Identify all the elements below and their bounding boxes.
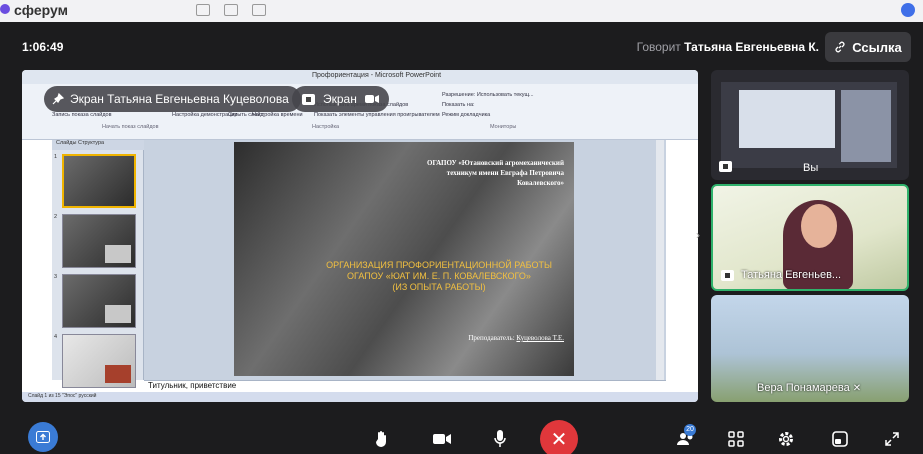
camera-button[interactable] <box>424 424 460 454</box>
ppt-titlebar: Профориентация - Microsoft PowerPoint <box>22 70 698 84</box>
pin-icon <box>52 93 64 105</box>
slide-author-name: Куцеволова Т.Е. <box>516 334 564 342</box>
people-icon[interactable] <box>196 4 210 16</box>
ribbon-item: Режим докладчика <box>442 112 491 118</box>
slide-number: 2 <box>54 214 58 220</box>
video-camera-icon <box>433 434 451 444</box>
ppt-title: Профориентация - Microsoft PowerPoint <box>312 72 442 79</box>
presenter-label: Экран Татьяна Евгеньевна Куцеволова <box>70 92 289 106</box>
chevron-right-icon[interactable]: › <box>696 228 700 242</box>
slide-thumb[interactable] <box>62 274 136 328</box>
participant-name-text: Вера Понамарева <box>757 382 850 394</box>
ribbon-item: Разрешение: Использовать текущ... <box>442 92 534 98</box>
microphone-icon <box>494 430 506 447</box>
screen-badge[interactable]: Экран <box>292 86 389 112</box>
profile-icon[interactable] <box>901 3 915 17</box>
screen-share-icon <box>721 270 734 281</box>
current-slide: ОГАПОУ «Ютановский агромеханический техн… <box>234 142 574 376</box>
pip-button[interactable] <box>822 424 858 454</box>
thumb-photo <box>105 245 131 263</box>
slide-heading-line: (ИЗ ОПЫТА РАБОТЫ) <box>392 282 486 292</box>
participants-count-badge: 20 <box>684 424 696 436</box>
gear-icon <box>779 432 793 446</box>
mic-muted-icon: ✕ <box>852 383 862 394</box>
slide-thumb[interactable] <box>62 334 136 388</box>
sferum-logo-icon <box>0 4 10 14</box>
participant-tile[interactable]: Татьяна Евгеньев... <box>711 184 909 291</box>
slides-panel: Слайды Структура 1 2 3 4 <box>52 140 144 388</box>
ppt-statusbar: Слайд 1 из 15 "Эпос" русский <box>22 392 698 402</box>
participant-name: Вы <box>803 162 819 174</box>
thumb-photo <box>105 365 131 383</box>
chat-icon[interactable] <box>224 4 238 16</box>
hand-icon <box>376 431 386 447</box>
slide-org: ОГАПОУ «Ютановский агромеханический техн… <box>427 159 564 187</box>
slide-heading: ОРГАНИЗАЦИЯ ПРОФОРИЕНТАЦИОННОЙ РАБОТЫ ОГ… <box>314 260 564 293</box>
ribbon-group-label: Мониторы <box>490 124 517 130</box>
call-window: сферум 1:06:49 Говорит Татьяна Евгеньевн… <box>0 0 923 454</box>
share-screen-button[interactable] <box>28 422 58 452</box>
slide-thumb[interactable] <box>62 154 136 208</box>
screen-share-icon <box>719 161 732 172</box>
slide-canvas: ОГАПОУ «Ютановский агромеханический техн… <box>144 140 666 380</box>
self-screen-preview <box>721 82 897 168</box>
mini-window <box>841 90 891 162</box>
speaker-prefix: Говорит <box>636 40 681 54</box>
screen-icon <box>302 93 315 105</box>
active-speaker: Говорит Татьяна Евгеньевна К. <box>637 40 819 54</box>
ppt-scrollbar[interactable] <box>656 140 664 380</box>
slide-author-prefix: Преподаватель: <box>468 334 515 342</box>
mini-window <box>739 90 835 148</box>
edit-icon[interactable] <box>252 4 266 16</box>
browser-strip: сферум <box>0 0 923 22</box>
slide-notes: Титульник, приветствие <box>144 380 666 392</box>
settings-button[interactable] <box>768 424 804 454</box>
upload-screen-icon <box>36 431 50 443</box>
participant-name: Татьяна Евгеньев... <box>741 269 842 281</box>
presenter-badge[interactable]: Экран Татьяна Евгеньевна Куцеволова <box>44 86 301 112</box>
ribbon-group-label: Настройка <box>312 124 340 130</box>
fullscreen-button[interactable] <box>874 424 910 454</box>
ribbon-item: Показать на: <box>442 102 475 108</box>
speaker-name: Татьяна Евгеньевна К. <box>684 40 819 54</box>
participant-name: Вера Понамарева ✕ <box>757 382 861 394</box>
camera-icon <box>364 95 379 103</box>
screen-share: Профориентация - Microsoft PowerPoint Ис… <box>22 70 698 402</box>
end-call-button[interactable]: ✕ <box>540 420 578 454</box>
brand-name: сферум <box>14 2 68 18</box>
slide-heading-line: ОРГАНИЗАЦИЯ ПРОФОРИЕНТАЦИОННОЙ РАБОТЫ <box>326 260 552 270</box>
participant-face <box>801 204 837 248</box>
link-button[interactable]: Ссылка <box>825 32 911 62</box>
picture-in-picture-icon <box>832 431 848 447</box>
link-label: Ссылка <box>852 39 902 55</box>
raise-hand-button[interactable] <box>364 424 400 454</box>
grid-icon <box>728 431 744 447</box>
ribbon-group-label: Начать показ слайдов <box>102 124 159 130</box>
slide-author: Преподаватель: Куцеволова Т.Е. <box>468 334 564 342</box>
link-icon <box>835 41 845 53</box>
thumb-photo <box>105 305 131 323</box>
ribbon-item: Запись показа слайдов <box>52 112 112 118</box>
ribbon-item: Показать элементы управления проигрывате… <box>314 112 440 118</box>
slide-thumb[interactable] <box>62 214 136 268</box>
ribbon-item: Настройка времени <box>252 112 303 118</box>
slide-number: 1 <box>54 154 58 160</box>
grid-view-button[interactable] <box>718 424 754 454</box>
slide-number: 3 <box>54 274 58 280</box>
call-timer: 1:06:49 <box>22 40 64 54</box>
screen-label: Экран <box>323 92 357 106</box>
slide-number: 4 <box>54 334 58 340</box>
slide-heading-line: ОГАПОУ «ЮАТ ИМ. Е. П. КОВАЛЕВСКОГО» <box>347 271 531 281</box>
close-icon: ✕ <box>550 428 568 451</box>
participant-tile[interactable]: Вы <box>711 70 909 180</box>
slides-tabs[interactable]: Слайды Структура <box>52 140 144 150</box>
participant-tile[interactable]: Вера Понамарева ✕ <box>711 295 909 402</box>
expand-icon <box>885 432 899 446</box>
microphone-button[interactable] <box>482 424 518 454</box>
